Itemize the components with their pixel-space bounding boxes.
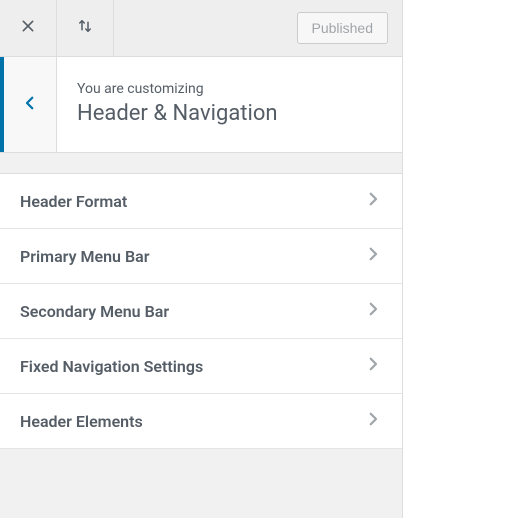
chevron-right-icon xyxy=(364,190,382,212)
section-title: Header & Navigation xyxy=(77,101,382,126)
menu-item-header-elements[interactable]: Header Elements xyxy=(0,394,402,449)
customizer-panel: Published You are customizing Header & N… xyxy=(0,0,403,518)
section-header: You are customizing Header & Navigation xyxy=(0,57,402,153)
section-title-area: You are customizing Header & Navigation xyxy=(57,57,402,152)
menu-item-label: Header Elements xyxy=(20,412,143,431)
panel-bottom xyxy=(0,449,402,518)
chevron-right-icon xyxy=(364,410,382,432)
panel-gap xyxy=(0,153,402,173)
back-button[interactable] xyxy=(0,57,57,152)
chevron-right-icon xyxy=(364,355,382,377)
menu-item-header-format[interactable]: Header Format xyxy=(0,174,402,229)
customizing-label: You are customizing xyxy=(77,81,382,97)
publish-button[interactable]: Published xyxy=(297,12,389,44)
customizer-topbar: Published xyxy=(0,0,402,57)
menu-item-label: Primary Menu Bar xyxy=(20,247,149,266)
menu-item-label: Secondary Menu Bar xyxy=(20,302,169,321)
menu-item-secondary-menu-bar[interactable]: Secondary Menu Bar xyxy=(0,284,402,339)
topbar-spacer: Published xyxy=(114,0,402,56)
menu-item-fixed-navigation-settings[interactable]: Fixed Navigation Settings xyxy=(0,339,402,394)
menu-list: Header Format Primary Menu Bar Secondary… xyxy=(0,173,402,449)
chevron-right-icon xyxy=(364,300,382,322)
menu-item-primary-menu-bar[interactable]: Primary Menu Bar xyxy=(0,229,402,284)
menu-item-label: Header Format xyxy=(20,192,127,211)
close-button[interactable] xyxy=(0,0,57,56)
chevron-right-icon xyxy=(364,245,382,267)
menu-item-label: Fixed Navigation Settings xyxy=(20,357,203,376)
reorder-button[interactable] xyxy=(57,0,114,56)
sort-arrows-icon xyxy=(76,17,94,39)
chevron-left-icon xyxy=(21,94,39,116)
close-icon xyxy=(20,18,36,38)
